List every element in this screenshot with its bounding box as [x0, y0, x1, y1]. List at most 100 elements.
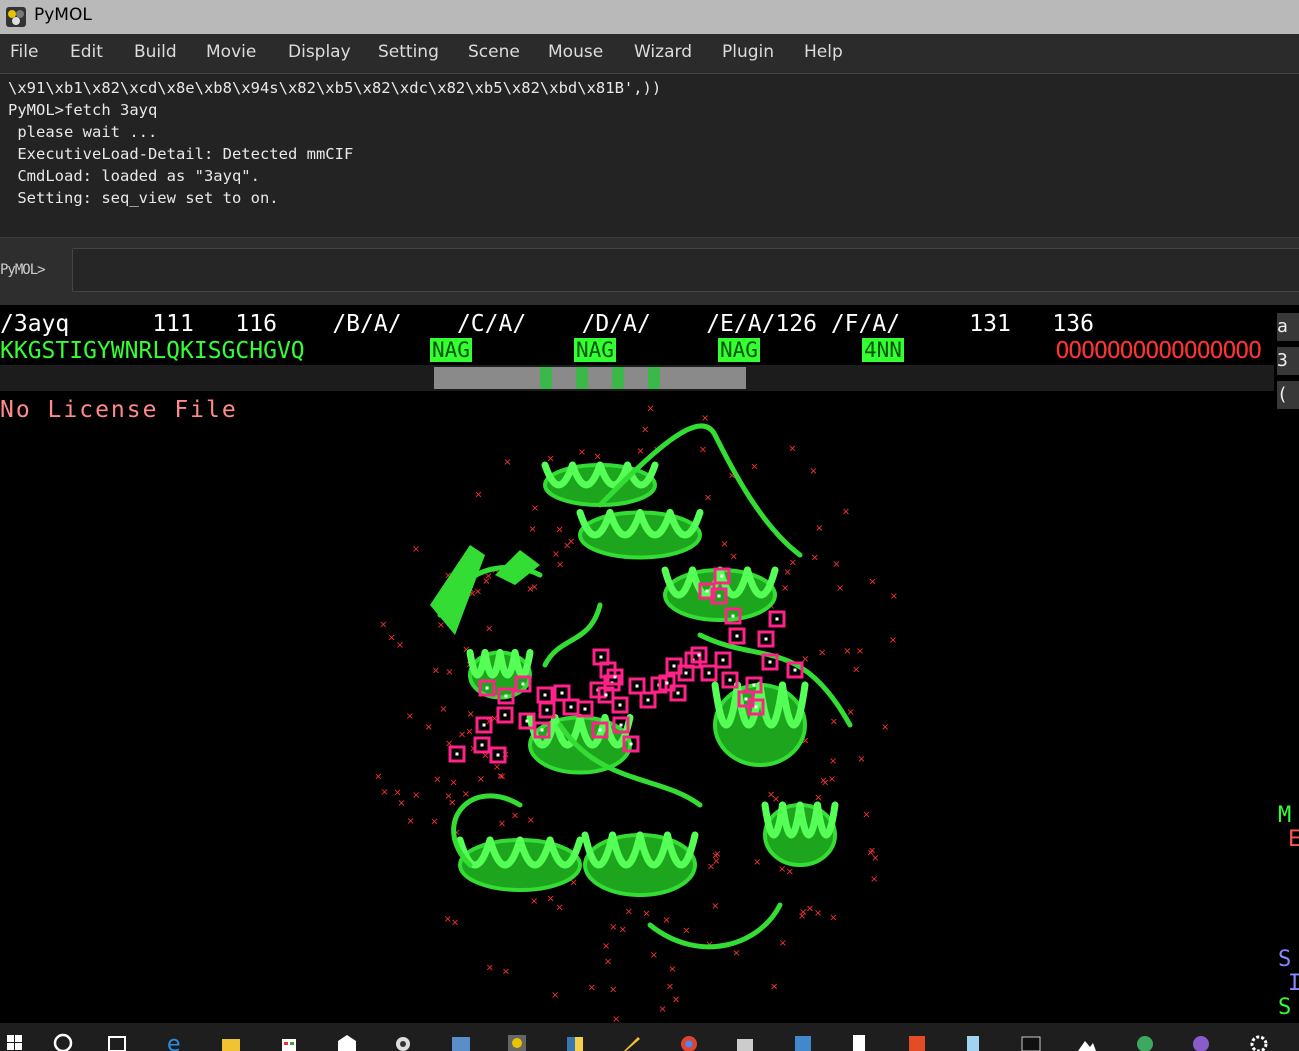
water-marker: ×: [711, 851, 719, 862]
water-marker: ×: [830, 717, 838, 728]
settings-app-icon[interactable]: [792, 1031, 814, 1051]
water-marker: ×: [498, 819, 506, 830]
search-icon[interactable]: [52, 1031, 74, 1051]
sequence-scrollbar[interactable]: [0, 365, 1274, 391]
notepad-icon[interactable]: [962, 1031, 984, 1051]
ligand-atom-core: [540, 728, 544, 732]
sequence-water[interactable]: OOOOOOOOOOOOOOOO: [1055, 338, 1262, 364]
menu-mouse[interactable]: Mouse: [548, 42, 603, 62]
water-marker: ×: [811, 553, 819, 564]
gear-icon[interactable]: [1248, 1031, 1270, 1051]
github-icon[interactable]: [1190, 1031, 1212, 1051]
menu-scene[interactable]: Scene: [468, 42, 520, 62]
water-marker: ×: [393, 787, 401, 798]
loop-ribbon: [542, 602, 603, 668]
document-icon[interactable]: [848, 1031, 870, 1051]
water-marker: ×: [814, 908, 822, 919]
file-explorer-icon[interactable]: [220, 1031, 242, 1051]
ligand-atom-core: [521, 682, 525, 686]
pymol-taskbar-icon[interactable]: [506, 1031, 528, 1051]
water-marker: ×: [672, 994, 680, 1005]
menu-build[interactable]: Build: [134, 42, 177, 62]
sequence-scroll-thumb[interactable]: [434, 367, 746, 389]
photos-icon[interactable]: [1076, 1031, 1098, 1051]
menu-edit[interactable]: Edit: [70, 42, 103, 62]
menu-plugin[interactable]: Plugin: [722, 42, 774, 62]
ligand-atom-core: [705, 589, 709, 593]
python-icon[interactable]: [564, 1031, 586, 1051]
water-marker: ×: [482, 576, 490, 587]
ligand-atom-core: [619, 723, 623, 727]
water-marker: ×: [432, 665, 440, 676]
sequence-selection-mark: [612, 367, 624, 389]
sequence-residues[interactable]: KKGSTIGYWNRLQKISGCHGVQ: [0, 338, 305, 364]
water-marker: ×: [412, 544, 420, 555]
object-button-3ayq[interactable]: 3: [1277, 347, 1299, 375]
mouse-mode-text: E: [1288, 827, 1299, 852]
task-view-icon[interactable]: [106, 1031, 128, 1051]
water-marker: ×: [842, 507, 850, 518]
chrome-icon[interactable]: [678, 1031, 700, 1051]
water-marker: ×: [829, 756, 837, 767]
water-marker: ×: [836, 583, 844, 594]
sequence-header: /3ayq 111 116 /B/A/ /C/A/ /D/A/ /E/A/126…: [0, 311, 1094, 337]
water-marker: ×: [818, 648, 826, 659]
ligand-atom-core: [744, 697, 748, 701]
menu-help[interactable]: Help: [804, 42, 843, 62]
sequence-tag-nag[interactable]: NAG: [574, 338, 616, 362]
water-marker: ×: [799, 907, 807, 918]
water-marker: ×: [406, 711, 414, 722]
ligand-atom-core: [618, 703, 622, 707]
ligand-atom-core: [496, 753, 500, 757]
menu-display[interactable]: Display: [288, 42, 351, 62]
pen-icon[interactable]: [620, 1031, 642, 1051]
object-button-sele[interactable]: (: [1277, 381, 1299, 409]
media-icon[interactable]: [392, 1031, 414, 1051]
mail-icon[interactable]: [336, 1031, 358, 1051]
console-line: Setting: seq_view set to on.: [8, 189, 279, 207]
object-button-all[interactable]: a: [1277, 313, 1299, 341]
water-marker: ×: [730, 551, 738, 562]
menu-movie[interactable]: Movie: [206, 42, 256, 62]
ligand-atom-core: [731, 614, 735, 618]
menu-wizard[interactable]: Wizard: [634, 42, 692, 62]
water-marker: ×: [819, 776, 827, 787]
svg-text:e: e: [167, 1032, 181, 1051]
ligand-atom-core: [676, 691, 680, 695]
water-marker: ×: [753, 857, 761, 868]
sequence-tag-nag[interactable]: NAG: [430, 338, 472, 362]
water-marker: ×: [619, 925, 627, 936]
git-icon[interactable]: [906, 1031, 928, 1051]
water-marker: ×: [503, 457, 511, 468]
sequence-tag-4nn[interactable]: 4NN: [862, 338, 904, 362]
command-input[interactable]: [72, 248, 1299, 292]
windows-start-icon[interactable]: [3, 1031, 25, 1051]
molecule-icon[interactable]: [1134, 1031, 1156, 1051]
water-marker: ×: [682, 926, 690, 937]
sequence-tag-nag[interactable]: NAG: [718, 338, 760, 362]
edge-icon[interactable]: e: [164, 1031, 186, 1051]
water-marker: ×: [556, 560, 564, 571]
water-marker: ×: [552, 549, 560, 560]
mail-app-icon[interactable]: [734, 1031, 756, 1051]
water-marker: ×: [770, 982, 778, 993]
molecule-viewer[interactable]: × × × × × × × × × × × × × × × × × × × × × × × × × × × × × × × × × × × × × × × ×…: [0, 305, 1274, 1023]
water-marker: ×: [704, 492, 712, 503]
app-icon[interactable]: [450, 1031, 472, 1051]
water-marker: ×: [832, 559, 840, 570]
water-marker: ×: [699, 444, 707, 455]
ligand-atom-core: [793, 668, 797, 672]
ligand-atom-core: [543, 693, 547, 697]
terminal-icon[interactable]: [1020, 1031, 1042, 1051]
menu-setting[interactable]: Setting: [378, 42, 439, 62]
water-marker: ×: [458, 730, 466, 741]
water-marker: ×: [433, 774, 441, 785]
store-icon[interactable]: [278, 1031, 300, 1051]
water-marker: ×: [465, 726, 473, 737]
ligand-atom-core: [583, 707, 587, 711]
water-marker: ×: [531, 503, 539, 514]
ligand-atom-core: [754, 705, 758, 709]
menu-file[interactable]: File: [10, 42, 38, 62]
ligand-atom-core: [684, 671, 688, 675]
water-marker: ×: [815, 523, 823, 534]
